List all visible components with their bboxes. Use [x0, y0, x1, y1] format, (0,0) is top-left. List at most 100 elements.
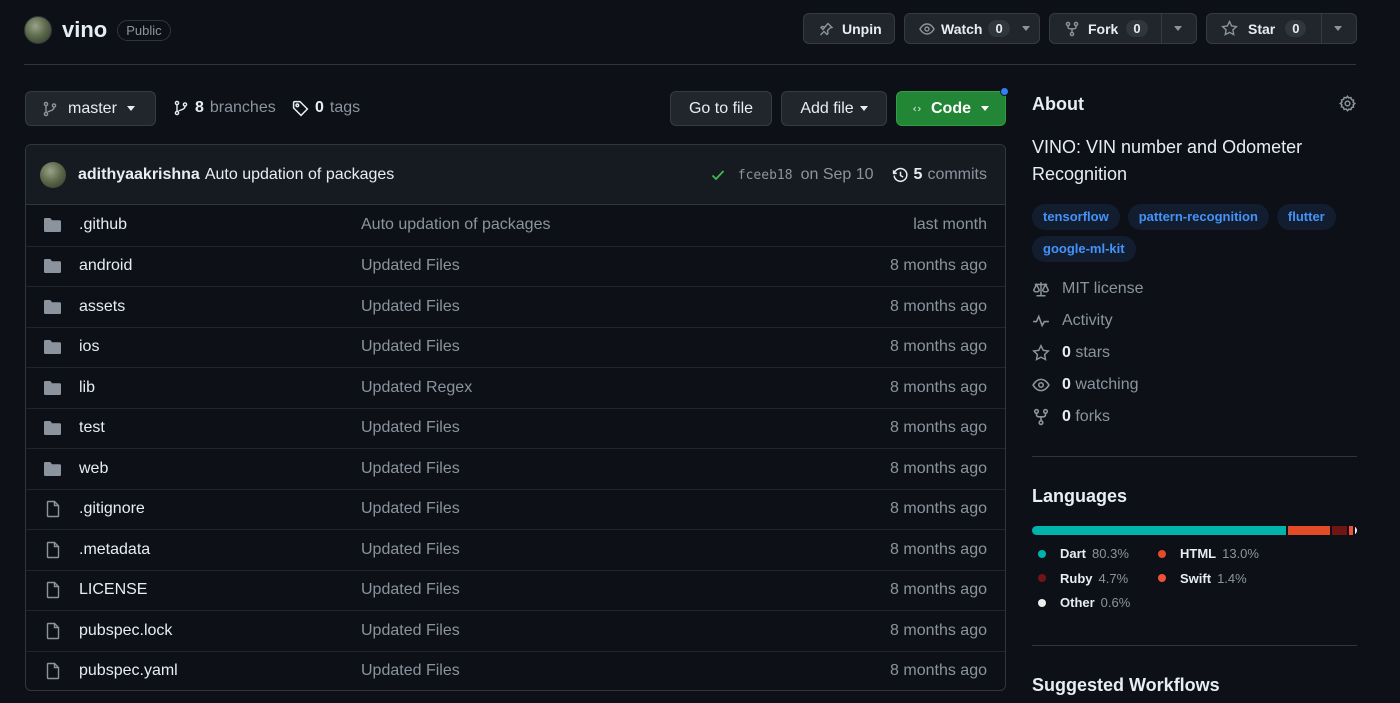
file-name[interactable]: LICENSE — [79, 581, 147, 599]
file-row[interactable]: assets Updated Files 8 months ago — [26, 286, 1005, 327]
commit-author[interactable]: adithyaakrishna — [78, 166, 200, 184]
commits-label: commits — [927, 166, 987, 183]
language-color-dot — [1038, 549, 1046, 558]
star-dropdown[interactable] — [1322, 14, 1354, 43]
file-row[interactable]: .gitignore Updated Files 8 months ago — [26, 488, 1005, 530]
file-commit-message[interactable]: Updated Files — [361, 581, 460, 599]
activity-link[interactable]: Activity — [1032, 312, 1357, 330]
language-bar-segment[interactable] — [1331, 526, 1347, 535]
file-name[interactable]: android — [79, 257, 132, 275]
file-name[interactable]: lib — [79, 379, 95, 397]
file-commit-message[interactable]: Updated Files — [361, 622, 460, 640]
topic-tag[interactable]: pattern-recognition — [1127, 204, 1269, 230]
unpin-button[interactable]: Unpin — [803, 13, 895, 44]
branch-selector[interactable]: master — [25, 91, 156, 126]
file-row[interactable]: .metadata Updated Files 8 months ago — [26, 529, 1005, 570]
file-name[interactable]: pubspec.lock — [79, 622, 172, 640]
file-commit-message[interactable]: Updated Files — [361, 541, 460, 559]
file-row[interactable]: android Updated Files 8 months ago — [26, 245, 1005, 287]
file-commit-message[interactable]: Updated Files — [361, 257, 460, 275]
file-row[interactable]: test Updated Files 8 months ago — [26, 407, 1005, 449]
file-row[interactable]: pubspec.lock Updated Files 8 months ago — [26, 610, 1005, 651]
language-item[interactable]: Ruby 4.7% — [1038, 571, 1128, 586]
file-commit-message[interactable]: Updated Files — [361, 662, 460, 680]
file-name[interactable]: assets — [79, 298, 125, 316]
file-row[interactable]: pubspec.yaml Updated Files 8 months ago — [26, 650, 1005, 691]
repo-name[interactable]: vino — [62, 17, 107, 43]
folder-icon — [43, 217, 62, 233]
license-link[interactable]: MIT license — [1032, 280, 1357, 298]
star-icon — [1032, 344, 1050, 361]
file-commit-message[interactable]: Updated Files — [361, 419, 460, 437]
go-to-file-button[interactable]: Go to file — [670, 91, 772, 126]
law-icon — [1032, 282, 1050, 297]
file-commit-message[interactable]: Updated Files — [361, 500, 460, 518]
file-commit-message[interactable]: Updated Regex — [361, 379, 472, 397]
code-button[interactable]: Code — [896, 91, 1006, 126]
go-to-file-label: Go to file — [688, 99, 754, 117]
file-name[interactable]: .metadata — [79, 541, 150, 559]
file-name[interactable]: ios — [79, 338, 99, 356]
check-icon — [711, 170, 724, 181]
file-row[interactable]: lib Updated Regex 8 months ago — [26, 367, 1005, 408]
file-name[interactable]: .github — [79, 216, 127, 234]
watching-link[interactable]: 0 watching — [1032, 376, 1357, 394]
add-file-button[interactable]: Add file — [781, 91, 887, 126]
star-button[interactable]: Star 0 — [1206, 13, 1357, 44]
commits-link[interactable]: 5 commits — [892, 166, 987, 184]
file-name[interactable]: pubspec.yaml — [79, 662, 178, 680]
commit-author-avatar[interactable] — [40, 161, 66, 188]
file-row[interactable]: web Updated Files 8 months ago — [26, 448, 1005, 489]
star-counter: 0 — [1285, 20, 1307, 37]
tags-link[interactable]: 0 tags — [292, 99, 360, 117]
commit-message[interactable]: Auto updation of packages — [205, 166, 394, 184]
language-item[interactable]: HTML 13.0% — [1158, 546, 1259, 561]
unpin-label: Unpin — [842, 20, 882, 37]
file-commit-message[interactable]: Updated Files — [361, 298, 460, 316]
latest-commit-bar: adithyaakrishna Auto updation of package… — [26, 145, 1005, 205]
forks-link[interactable]: 0 forks — [1032, 408, 1357, 426]
fork-button[interactable]: Fork 0 — [1049, 13, 1197, 44]
commits-count: 5 — [913, 166, 923, 183]
eye-icon — [1032, 378, 1050, 392]
stars-link[interactable]: 0 stars — [1032, 344, 1357, 362]
file-name[interactable]: test — [79, 419, 105, 437]
visibility-badge: Public — [117, 19, 171, 41]
language-name: HTML — [1180, 546, 1217, 561]
language-bar-segment[interactable] — [1288, 526, 1330, 535]
file-list: .github Auto updation of packages last mon… — [26, 205, 1005, 691]
file-name[interactable]: .gitignore — [79, 500, 145, 518]
file-commit-message[interactable]: Auto updation of packages — [361, 216, 550, 234]
topic-tag[interactable]: google-ml-kit — [1032, 236, 1136, 262]
fork-dropdown[interactable] — [1162, 14, 1194, 43]
language-item[interactable]: Swift 1.4% — [1158, 571, 1247, 586]
file-commit-message[interactable]: Updated Files — [361, 460, 460, 478]
file-date: 8 months ago — [890, 378, 987, 396]
file-date: 8 months ago — [890, 297, 987, 315]
commit-date: on Sep 10 — [800, 166, 874, 183]
watching-count: 0 — [1062, 376, 1071, 393]
topic-tag[interactable]: flutter — [1276, 204, 1336, 230]
tag-icon — [292, 100, 309, 116]
language-item[interactable]: Dart 80.3% — [1038, 546, 1129, 561]
file-row[interactable]: ios Updated Files 8 months ago — [26, 326, 1005, 368]
file-commit-message[interactable]: Updated Files — [361, 338, 460, 356]
owner-avatar[interactable] — [24, 16, 52, 44]
file-date: 8 months ago — [890, 419, 987, 437]
fork-label: Fork — [1088, 20, 1119, 37]
folder-icon — [43, 461, 62, 477]
language-bar-segment[interactable] — [1032, 526, 1287, 535]
language-bar-segment[interactable] — [1348, 526, 1353, 535]
chevron-down-icon — [1021, 26, 1030, 31]
language-bar-segment[interactable] — [1355, 526, 1357, 535]
branches-link[interactable]: 8 branches — [173, 99, 276, 117]
commit-sha[interactable]: fceeb18 — [738, 168, 793, 183]
gear-icon[interactable] — [1339, 95, 1356, 112]
file-row[interactable]: .github Auto updation of packages last mon… — [26, 205, 1005, 246]
file-name[interactable]: web — [79, 460, 108, 478]
watch-button[interactable]: Watch 0 — [904, 13, 1040, 44]
language-color-dot — [1038, 598, 1046, 607]
language-item[interactable]: Other 0.6% — [1038, 595, 1130, 610]
file-row[interactable]: LICENSE Updated Files 8 months ago — [26, 569, 1005, 611]
topic-tag[interactable]: tensorflow — [1032, 204, 1120, 230]
